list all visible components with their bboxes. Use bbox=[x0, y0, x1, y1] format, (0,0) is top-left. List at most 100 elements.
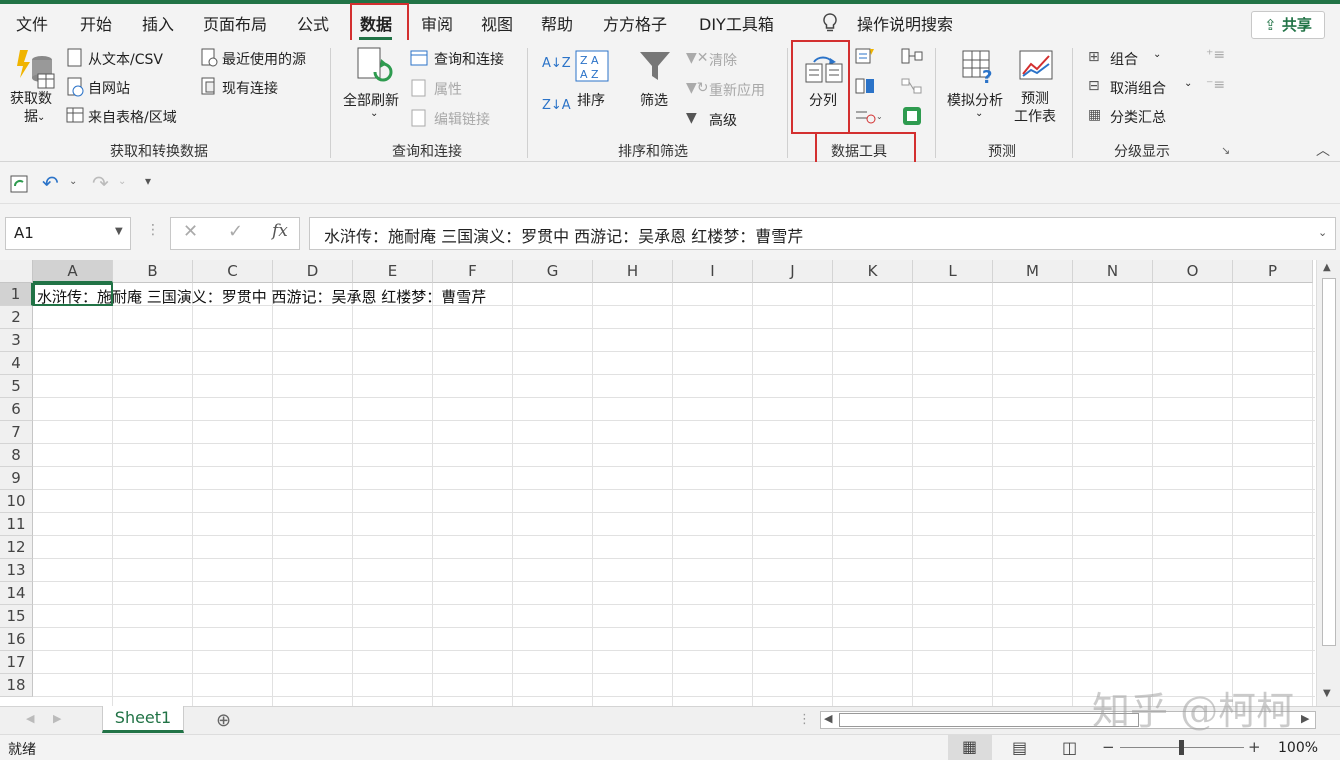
relationships-icon[interactable] bbox=[901, 77, 923, 99]
from-table-range-button[interactable]: 来自表格/区域 bbox=[88, 107, 177, 127]
chevron-down-icon[interactable]: ⌄ bbox=[118, 176, 126, 187]
what-if-analysis-button[interactable]: 模拟分析 bbox=[947, 90, 1003, 110]
sort-ascending-icon[interactable]: A↓Z bbox=[542, 56, 571, 71]
page-break-view-icon[interactable]: ◫ bbox=[1062, 738, 1077, 757]
column-header-j[interactable]: J bbox=[753, 260, 833, 283]
forecast-sheet-button[interactable]: 预测 工作表 bbox=[1014, 90, 1056, 126]
tab-help[interactable]: 帮助 bbox=[541, 11, 573, 35]
refresh-all-button[interactable]: 全部刷新 bbox=[343, 90, 399, 110]
reapply-button[interactable]: 重新应用 bbox=[709, 80, 765, 100]
chevron-down-icon[interactable]: ▼ bbox=[115, 226, 123, 237]
from-web-button[interactable]: 自网站 bbox=[88, 78, 130, 98]
column-header-c[interactable]: C bbox=[193, 260, 273, 283]
row-header-8[interactable]: 8 bbox=[0, 444, 33, 467]
zoom-slider-thumb[interactable] bbox=[1179, 740, 1184, 755]
clear-button[interactable]: 清除 bbox=[709, 50, 737, 70]
tab-fangfang[interactable]: 方方格子 bbox=[603, 11, 667, 35]
zoom-in-icon[interactable]: + bbox=[1248, 738, 1261, 756]
column-header-g[interactable]: G bbox=[513, 260, 593, 283]
tab-insert[interactable]: 插入 bbox=[142, 11, 174, 35]
page-layout-view-icon[interactable]: ▤ bbox=[1012, 738, 1027, 757]
prev-sheet-icon[interactable]: ◀ bbox=[26, 712, 34, 725]
expand-formula-icon[interactable]: ⌄ bbox=[1318, 226, 1327, 239]
row-header-18[interactable]: 18 bbox=[0, 674, 33, 697]
column-header-o[interactable]: O bbox=[1153, 260, 1233, 283]
tab-home[interactable]: 开始 bbox=[80, 11, 112, 35]
tab-file[interactable]: 文件 bbox=[16, 11, 48, 35]
cell-area[interactable]: 水浒传：施耐庵 三国演义：罗贯中 西游记：吴承恩 红楼梦：曹雪芹 bbox=[33, 283, 1315, 706]
column-header-m[interactable]: M bbox=[993, 260, 1073, 283]
row-header-5[interactable]: 5 bbox=[0, 375, 33, 398]
recent-sources-button[interactable]: 最近使用的源 bbox=[222, 49, 306, 69]
column-header-a[interactable]: A bbox=[33, 260, 113, 283]
zoom-level[interactable]: 100% bbox=[1278, 740, 1318, 756]
from-text-csv-button[interactable]: 从文本/CSV bbox=[88, 49, 163, 69]
manage-data-model-icon[interactable] bbox=[901, 105, 923, 131]
column-header-i[interactable]: I bbox=[673, 260, 753, 283]
zoom-out-icon[interactable]: − bbox=[1102, 738, 1115, 756]
share-button[interactable]: ⇪ 共享 bbox=[1251, 11, 1325, 39]
row-header-7[interactable]: 7 bbox=[0, 421, 33, 444]
row-header-13[interactable]: 13 bbox=[0, 559, 33, 582]
dialog-launcher-icon[interactable]: ↘ bbox=[1221, 144, 1230, 157]
column-header-f[interactable]: F bbox=[433, 260, 513, 283]
column-header-k[interactable]: K bbox=[833, 260, 913, 283]
column-header-p[interactable]: P bbox=[1233, 260, 1313, 283]
properties-button[interactable]: 属性 bbox=[434, 79, 462, 99]
column-header-b[interactable]: B bbox=[113, 260, 193, 283]
row-header-16[interactable]: 16 bbox=[0, 628, 33, 651]
select-all-corner[interactable] bbox=[0, 260, 33, 283]
enter-icon[interactable]: ✓ bbox=[228, 221, 243, 242]
redo-icon[interactable]: ↷ bbox=[92, 171, 109, 195]
scroll-right-icon[interactable]: ▶ bbox=[1301, 712, 1309, 725]
column-header-n[interactable]: N bbox=[1073, 260, 1153, 283]
row-header-6[interactable]: 6 bbox=[0, 398, 33, 421]
scroll-down-icon[interactable]: ▼ bbox=[1323, 688, 1331, 699]
insert-function-icon[interactable]: fx bbox=[272, 221, 288, 241]
sort-button[interactable]: 排序 bbox=[577, 90, 605, 110]
row-header-10[interactable]: 10 bbox=[0, 490, 33, 513]
row-header-12[interactable]: 12 bbox=[0, 536, 33, 559]
column-header-d[interactable]: D bbox=[273, 260, 353, 283]
column-header-e[interactable]: E bbox=[353, 260, 433, 283]
tab-review[interactable]: 审阅 bbox=[421, 11, 453, 35]
collapse-ribbon-icon[interactable]: ︿ bbox=[1316, 140, 1330, 160]
row-header-1[interactable]: 1 bbox=[0, 283, 33, 306]
group-button[interactable]: 组合 bbox=[1110, 49, 1138, 69]
queries-connections-button[interactable]: 查询和连接 bbox=[434, 49, 504, 69]
vertical-scrollbar[interactable]: ▲ ▼ bbox=[1316, 260, 1340, 706]
next-sheet-icon[interactable]: ▶ bbox=[53, 712, 61, 725]
cancel-icon[interactable]: ✕ bbox=[183, 221, 198, 242]
customize-qat-icon[interactable]: ▾ bbox=[145, 174, 151, 188]
row-header-17[interactable]: 17 bbox=[0, 651, 33, 674]
add-sheet-icon[interactable]: ⊕ bbox=[216, 710, 231, 731]
edit-links-button[interactable]: 编辑链接 bbox=[434, 109, 490, 129]
row-header-11[interactable]: 11 bbox=[0, 513, 33, 536]
row-header-2[interactable]: 2 bbox=[0, 306, 33, 329]
ungroup-button[interactable]: 取消组合 bbox=[1110, 78, 1166, 98]
filter-button[interactable]: 筛选 bbox=[640, 90, 668, 110]
existing-connections-button[interactable]: 现有连接 bbox=[222, 78, 278, 98]
get-data-button[interactable]: 获取数 据 bbox=[10, 90, 52, 126]
undo-icon[interactable]: ↶ bbox=[42, 171, 59, 195]
scroll-left-icon[interactable]: ◀ bbox=[824, 712, 832, 725]
tab-formulas[interactable]: 公式 bbox=[297, 11, 329, 35]
normal-view-button[interactable]: ▦ bbox=[948, 735, 992, 760]
tab-diy-toolbox[interactable]: DIY工具箱 bbox=[699, 11, 774, 35]
sort-descending-icon[interactable]: Z↓A bbox=[542, 98, 571, 113]
autosave-icon[interactable] bbox=[9, 174, 29, 198]
hide-detail-icon[interactable]: ⁻≡ bbox=[1206, 77, 1225, 93]
tell-me-search[interactable]: 操作说明搜索 bbox=[857, 11, 953, 35]
row-header-4[interactable]: 4 bbox=[0, 352, 33, 375]
sheet-tab-sheet1[interactable]: Sheet1 bbox=[102, 706, 184, 733]
row-header-14[interactable]: 14 bbox=[0, 582, 33, 605]
remove-duplicates-icon[interactable] bbox=[855, 77, 875, 99]
scroll-up-icon[interactable]: ▲ bbox=[1323, 262, 1331, 273]
splitter-icon[interactable]: ⋮ bbox=[798, 712, 811, 727]
tab-page-layout[interactable]: 页面布局 bbox=[203, 11, 267, 35]
row-header-3[interactable]: 3 bbox=[0, 329, 33, 352]
flash-fill-icon[interactable] bbox=[855, 47, 875, 69]
data-validation-icon[interactable]: ⌄ bbox=[855, 107, 883, 129]
tab-view[interactable]: 视图 bbox=[481, 11, 513, 35]
vertical-scroll-thumb[interactable] bbox=[1322, 278, 1336, 646]
